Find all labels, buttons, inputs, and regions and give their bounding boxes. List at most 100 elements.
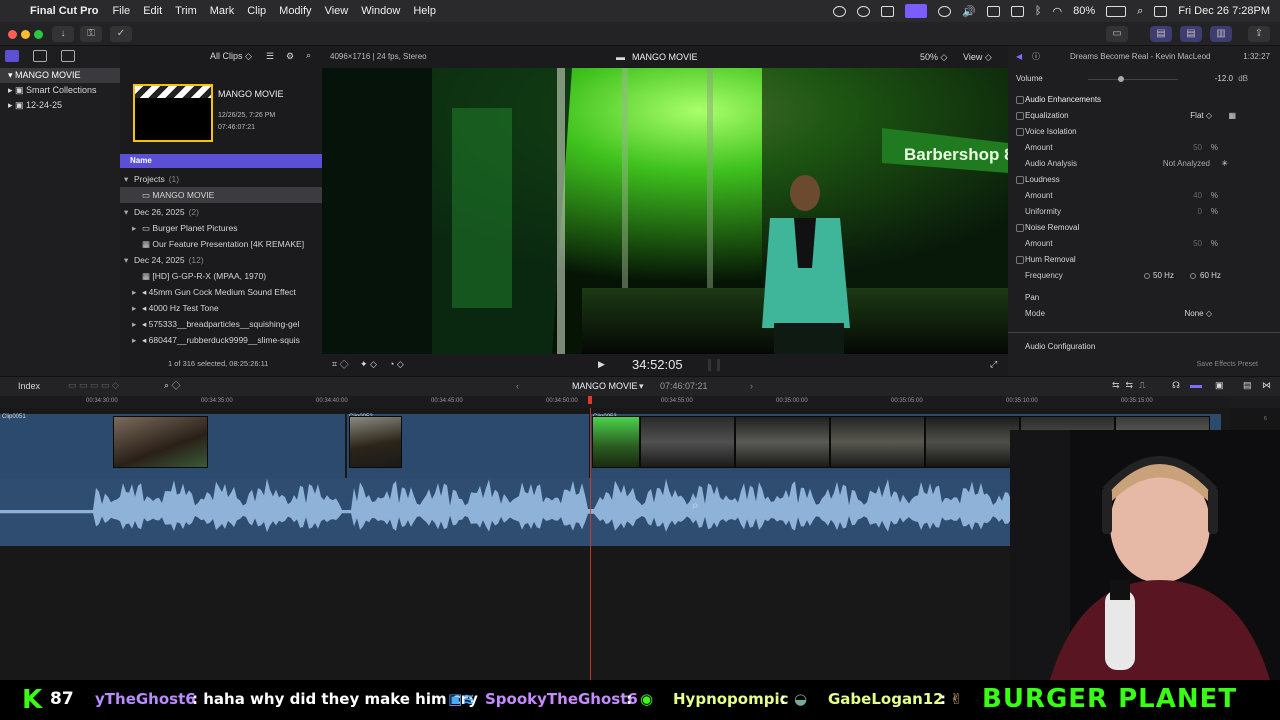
view-dropdown[interactable]: View ◇ bbox=[963, 52, 992, 63]
settings-icon[interactable]: ⚙ bbox=[286, 51, 294, 62]
analyze-icon[interactable]: ✳ bbox=[1221, 156, 1228, 172]
noise-removal-checkbox[interactable] bbox=[1016, 224, 1024, 232]
info-icon[interactable]: ⓘ bbox=[1032, 49, 1040, 65]
menu-mark[interactable]: Mark bbox=[210, 5, 234, 17]
menu-help[interactable]: Help bbox=[413, 5, 436, 17]
sidebar-item-smart-collections[interactable]: ▸ ▣ Smart Collections bbox=[0, 83, 120, 98]
list-view-icon[interactable]: ☰ bbox=[266, 51, 274, 62]
sidebar-item-event[interactable]: ▸ ▣ 12-24-25 bbox=[0, 98, 120, 113]
effects-browser-icon[interactable]: ▤ bbox=[1243, 380, 1252, 391]
headphones-icon[interactable]: ☊ bbox=[1172, 380, 1180, 391]
uniformity-value[interactable]: 0 bbox=[1198, 204, 1202, 220]
titles-generators-tab-icon[interactable] bbox=[61, 50, 75, 62]
library-toggle-icon[interactable]: ▭ bbox=[1106, 26, 1128, 42]
menu-file[interactable]: File bbox=[112, 5, 130, 17]
clip-filter-dropdown[interactable]: All Clips ◇ bbox=[210, 51, 252, 62]
inspector-toggle-icon[interactable]: ▥ bbox=[1210, 26, 1232, 42]
playhead[interactable] bbox=[590, 408, 591, 680]
freq-60-radio[interactable] bbox=[1190, 273, 1196, 279]
timeline-ruler[interactable]: 00:34:30:00 00:34:35:00 00:34:40:00 00:3… bbox=[0, 396, 1230, 408]
save-effects-preset-button[interactable]: Save Effects Preset bbox=[1197, 357, 1258, 373]
menu-modify[interactable]: Modify bbox=[279, 5, 311, 17]
volume-icon[interactable]: 🔊 bbox=[962, 5, 976, 18]
timeline-view-icons[interactable]: ⇆⇆⎍ bbox=[1112, 380, 1151, 391]
status-record-icon[interactable] bbox=[833, 5, 847, 17]
fullscreen-icon[interactable]: ⤢ bbox=[990, 359, 997, 370]
list-item[interactable]: ▸ ▭ Burger Planet Pictures bbox=[120, 220, 322, 236]
menu-window[interactable]: Window bbox=[361, 5, 400, 17]
speed-icon[interactable]: ◔ ◇ bbox=[389, 359, 404, 370]
transitions-icon[interactable]: ⋈ bbox=[1262, 380, 1271, 391]
forward-arrow-icon[interactable]: › bbox=[750, 381, 753, 391]
volume-slider-knob[interactable] bbox=[1118, 76, 1124, 82]
close-window-button[interactable] bbox=[8, 30, 17, 39]
browser-toggle-icon[interactable]: ▤ bbox=[1150, 26, 1172, 42]
eq-graph-icon[interactable]: ▦ bbox=[1228, 108, 1236, 124]
speaker-icon[interactable]: ◀ bbox=[1016, 49, 1022, 65]
bluetooth-icon[interactable]: ᛒ bbox=[1035, 5, 1042, 17]
list-item[interactable]: ▦ [HD] G-GP-R-X (MPAA, 1970) bbox=[120, 268, 322, 284]
group-dec-26[interactable]: ▾ Dec 26, 2025 (2) bbox=[120, 204, 322, 220]
list-item[interactable]: ▸ ◂ 4000 Hz Test Tone bbox=[120, 300, 322, 316]
pan-row[interactable]: Pan bbox=[1008, 290, 1280, 306]
sidebar-item-library[interactable]: ▾ MANGO MOVIE bbox=[0, 68, 120, 83]
share-icon[interactable]: ⇪ bbox=[1248, 26, 1270, 42]
minimize-window-button[interactable] bbox=[21, 30, 30, 39]
zoom-dropdown[interactable]: 50% ◇ bbox=[920, 52, 947, 63]
background-tasks-icon[interactable]: ✓ bbox=[110, 26, 132, 42]
group-projects[interactable]: ▾ Projects (1) bbox=[120, 171, 322, 187]
list-item[interactable]: ▸ ◂ 680447__rubberduck9999__slime-squis bbox=[120, 332, 322, 348]
battery-icon[interactable] bbox=[1106, 5, 1127, 17]
menu-trim[interactable]: Trim bbox=[175, 5, 197, 17]
volume-value[interactable]: -12.0 bbox=[1215, 71, 1233, 87]
freq-50-radio[interactable] bbox=[1144, 273, 1150, 279]
loudness-checkbox[interactable] bbox=[1016, 176, 1024, 184]
list-item[interactable]: ▭ MANGO MOVIE bbox=[120, 187, 322, 203]
clip-appearance-icon[interactable]: ▣ bbox=[1215, 380, 1224, 391]
libraries-tab-icon[interactable] bbox=[5, 50, 19, 62]
photos-audio-tab-icon[interactable] bbox=[33, 50, 47, 62]
voice-isolation-checkbox[interactable] bbox=[1016, 128, 1024, 136]
group-dec-24[interactable]: ▾ Dec 24, 2025 (12) bbox=[120, 252, 322, 268]
zoom-tool-icon[interactable]: ⌕ ◇ bbox=[164, 380, 181, 391]
noise-amount-value[interactable]: 50 bbox=[1193, 236, 1202, 252]
enhancements-checkbox[interactable] bbox=[1016, 96, 1024, 104]
wifi-icon[interactable]: ◠ bbox=[1052, 5, 1062, 18]
audio-enhancements-row[interactable]: Audio Enhancements bbox=[1008, 92, 1280, 108]
timeline-index-button[interactable]: Index bbox=[18, 381, 40, 391]
search-icon[interactable]: ⌕ bbox=[1137, 5, 1143, 18]
equalization-checkbox[interactable] bbox=[1016, 112, 1024, 120]
hum-removal-checkbox[interactable] bbox=[1016, 256, 1024, 264]
transform-icon[interactable]: ⌗ ◇ bbox=[332, 359, 349, 370]
list-item[interactable]: ▸ ◂ 45mm Gun Cock Medium Sound Effect bbox=[120, 284, 322, 300]
edit-tools-icons[interactable]: ▭ ▭ ▭ ▭ ◇ bbox=[68, 380, 119, 391]
audio-configuration-row[interactable]: Audio Configuration bbox=[1008, 339, 1280, 355]
project-thumbnail[interactable] bbox=[133, 84, 213, 142]
eq-dropdown[interactable]: Flat ◇ bbox=[1190, 108, 1212, 124]
message-icon[interactable] bbox=[986, 5, 1000, 17]
app-menu[interactable]: Final Cut Pro bbox=[30, 5, 98, 17]
menu-view[interactable]: View bbox=[325, 5, 349, 17]
search-icon[interactable]: ⌕ bbox=[306, 50, 311, 61]
list-item[interactable]: ▸ ◂ 575333__breadparticles__squishing-gel bbox=[120, 316, 322, 332]
play-button[interactable]: ▶ bbox=[598, 359, 605, 370]
globe-icon[interactable] bbox=[857, 5, 871, 17]
mode-dropdown[interactable]: None ◇ bbox=[1185, 306, 1213, 322]
display-icon[interactable] bbox=[1010, 5, 1024, 17]
playhead-marker[interactable] bbox=[588, 396, 592, 404]
grid-icon[interactable] bbox=[881, 5, 895, 17]
name-column-header[interactable]: Name bbox=[120, 154, 322, 168]
timeline-project-title[interactable]: MANGO MOVIE bbox=[572, 381, 638, 391]
video-viewer[interactable]: Barbershop 8 bbox=[322, 68, 1008, 354]
chevron-down-icon[interactable]: ▾ bbox=[639, 381, 644, 392]
control-center-icon[interactable] bbox=[1154, 5, 1168, 17]
loudness-amount-value[interactable]: 40 bbox=[1193, 188, 1202, 204]
zoom-window-button[interactable] bbox=[34, 30, 43, 39]
snapping-icon[interactable] bbox=[1190, 385, 1202, 388]
keywords-icon[interactable]: ⚿ bbox=[80, 26, 102, 42]
menu-edit[interactable]: Edit bbox=[143, 5, 162, 17]
amount-value[interactable]: 50 bbox=[1193, 140, 1202, 156]
volume-slider[interactable] bbox=[1088, 79, 1178, 80]
menu-clip[interactable]: Clip bbox=[247, 5, 266, 17]
timeline-toggle-icon[interactable]: ▤ bbox=[1180, 26, 1202, 42]
